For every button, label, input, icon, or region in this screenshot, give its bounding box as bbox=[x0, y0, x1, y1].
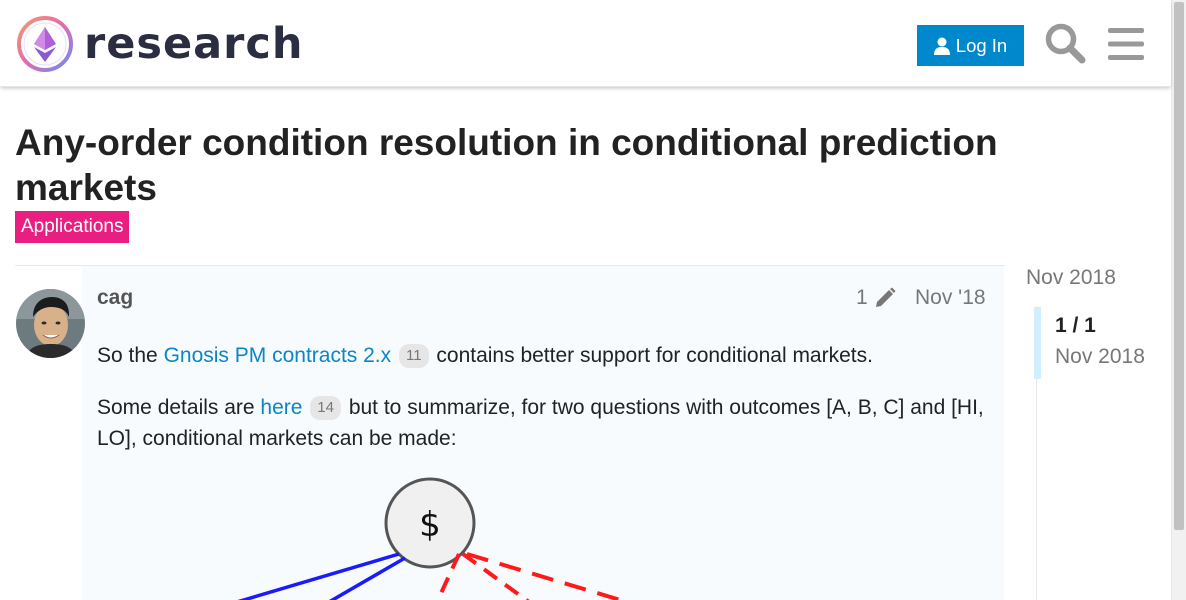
gnosis-contracts-link[interactable]: Gnosis PM contracts 2.x bbox=[164, 344, 392, 367]
edit-history[interactable]: 1 bbox=[856, 286, 896, 310]
post-date[interactable]: Nov '18 bbox=[915, 286, 986, 310]
timeline-start-date[interactable]: Nov 2018 bbox=[1026, 266, 1116, 290]
root-node-label: $ bbox=[419, 505, 441, 545]
research-logo-icon bbox=[17, 16, 73, 72]
category-badge[interactable]: Applications bbox=[15, 211, 130, 243]
red-dashed-edge bbox=[461, 552, 530, 600]
conditional-markets-diagram[interactable]: $ bbox=[97, 470, 997, 600]
site-name: research bbox=[84, 19, 304, 69]
text-segment: contains better support for conditional … bbox=[430, 344, 873, 367]
edit-count: 1 bbox=[856, 286, 868, 309]
link-click-count: 14 bbox=[310, 396, 341, 420]
timeline-position-date: Nov 2018 bbox=[1055, 345, 1145, 368]
user-icon bbox=[933, 37, 950, 55]
login-button[interactable]: Log In bbox=[917, 25, 1024, 66]
search-icon[interactable] bbox=[1044, 22, 1086, 64]
login-label: Log In bbox=[955, 34, 1008, 56]
timeline-scroller-handle[interactable] bbox=[1034, 307, 1041, 379]
scrollbar-thumb[interactable] bbox=[1174, 2, 1184, 530]
timeline-position: 1 / 1 bbox=[1055, 314, 1096, 337]
topic-title[interactable]: Any-order condition resolution in condit… bbox=[15, 120, 1095, 210]
text-segment: Some details are bbox=[97, 396, 261, 419]
pencil-icon bbox=[875, 287, 896, 307]
red-dashed-edge bbox=[466, 552, 628, 600]
link-click-count: 11 bbox=[398, 344, 429, 368]
post-paragraph-1: So the Gnosis PM contracts 2.x 11 contai… bbox=[97, 340, 987, 371]
avatar[interactable] bbox=[16, 289, 85, 358]
site-logo[interactable]: research bbox=[16, 15, 303, 73]
post-username[interactable]: cag bbox=[97, 286, 133, 310]
details-here-link[interactable]: here bbox=[260, 396, 302, 419]
site-header: research Log In bbox=[0, 0, 1171, 87]
page-scrollbar[interactable] bbox=[1171, 0, 1186, 600]
post-paragraph-2: Some details are here 14 but to summariz… bbox=[97, 392, 987, 454]
text-segment: So the bbox=[97, 344, 164, 367]
hamburger-menu-icon[interactable] bbox=[1106, 26, 1146, 62]
